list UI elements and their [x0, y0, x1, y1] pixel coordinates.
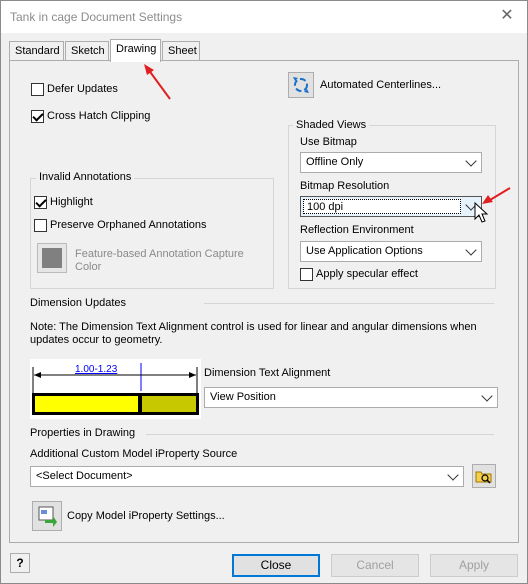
model-iproperty-source-label: Additional Custom Model iProperty Source: [30, 448, 238, 460]
dimension-updates-title: Dimension Updates: [30, 297, 126, 309]
shaded-views-title: Shaded Views: [293, 119, 370, 131]
reflection-environment-value: Use Application Options: [306, 245, 423, 257]
reflection-environment-select[interactable]: Use Application Options: [300, 241, 482, 262]
close-window-icon[interactable]: ✕: [497, 6, 517, 26]
model-iproperty-source-value: <Select Document>: [36, 470, 133, 482]
tab-sketch[interactable]: Sketch: [65, 41, 109, 61]
copy-iproperty-settings-label[interactable]: Copy Model iProperty Settings...: [67, 510, 225, 522]
bitmap-resolution-select[interactable]: 100 dpi: [300, 196, 482, 217]
capture-color-label-line2: Color: [75, 261, 102, 273]
divider: [146, 434, 494, 435]
capture-color-button[interactable]: [37, 243, 67, 273]
annotation-arrow-icon: [482, 187, 511, 204]
tab-drawing[interactable]: Drawing: [110, 39, 161, 62]
centerline-icon: [293, 77, 309, 93]
title-bar: Tank in cage Document Settings ✕: [1, 1, 527, 33]
cross-hatch-clipping-checkbox[interactable]: [31, 110, 44, 123]
divider: [204, 303, 494, 304]
use-bitmap-value: Offline Only: [306, 156, 364, 168]
help-button[interactable]: ?: [10, 553, 30, 573]
tab-standard[interactable]: Standard: [9, 41, 64, 61]
folder-search-icon: [475, 471, 492, 484]
capture-color-label-line1: Feature-based Annotation Capture: [75, 248, 244, 260]
tab-sheet[interactable]: Sheet: [162, 41, 200, 61]
reflection-environment-label: Reflection Environment: [300, 224, 414, 236]
defer-updates-label: Defer Updates: [47, 83, 118, 95]
dimension-preview-text: 1.00-1.23: [75, 364, 118, 375]
close-button[interactable]: Close: [232, 554, 320, 577]
chevron-down-icon: [465, 244, 477, 256]
property-settings-icon: [38, 506, 57, 527]
highlight-checkbox[interactable]: [34, 196, 47, 209]
bitmap-resolution-label: Bitmap Resolution: [300, 180, 390, 192]
defer-updates-checkbox[interactable]: [31, 83, 44, 96]
document-settings-dialog: Tank in cage Document Settings ✕ Standar…: [0, 0, 528, 584]
preserve-orphaned-checkbox[interactable]: [34, 219, 47, 232]
dimension-text-alignment-value: View Position: [210, 391, 276, 403]
chevron-down-icon: [481, 390, 493, 402]
preserve-orphaned-label: Preserve Orphaned Annotations: [50, 219, 207, 231]
copy-iproperty-settings-button[interactable]: [32, 501, 62, 531]
dimension-preview: 1.00-1.23: [30, 359, 201, 419]
browse-folder-button[interactable]: [472, 464, 496, 488]
model-iproperty-source-select[interactable]: <Select Document>: [30, 466, 464, 487]
window-title: Tank in cage Document Settings: [10, 10, 183, 24]
automated-centerlines-label[interactable]: Automated Centerlines...: [320, 79, 441, 91]
dimension-note: Note: The Dimension Text Alignment contr…: [30, 321, 477, 346]
chevron-down-icon: [447, 469, 459, 481]
specular-effect-label: Apply specular effect: [316, 268, 418, 280]
cancel-button[interactable]: Cancel: [331, 554, 419, 577]
apply-button[interactable]: Apply: [430, 554, 518, 577]
highlight-label: Highlight: [50, 196, 93, 208]
automated-centerlines-button[interactable]: [288, 72, 314, 98]
dimension-text-alignment-select[interactable]: View Position: [204, 387, 498, 408]
use-bitmap-select[interactable]: Offline Only: [300, 152, 482, 173]
specular-effect-checkbox[interactable]: [300, 268, 313, 281]
chevron-down-icon: [465, 155, 477, 167]
dimension-text-alignment-label: Dimension Text Alignment: [204, 367, 331, 379]
drawing-panel: Defer Updates Cross Hatch Clipping Autom…: [9, 60, 519, 543]
bitmap-resolution-value: 100 dpi: [307, 201, 344, 213]
invalid-annotations-title: Invalid Annotations: [36, 171, 135, 183]
properties-in-drawing-title: Properties in Drawing: [30, 427, 136, 439]
cross-hatch-clipping-label: Cross Hatch Clipping: [47, 110, 151, 122]
use-bitmap-label: Use Bitmap: [300, 136, 357, 148]
annotation-arrow-icon: [144, 64, 171, 100]
color-swatch: [42, 248, 62, 268]
